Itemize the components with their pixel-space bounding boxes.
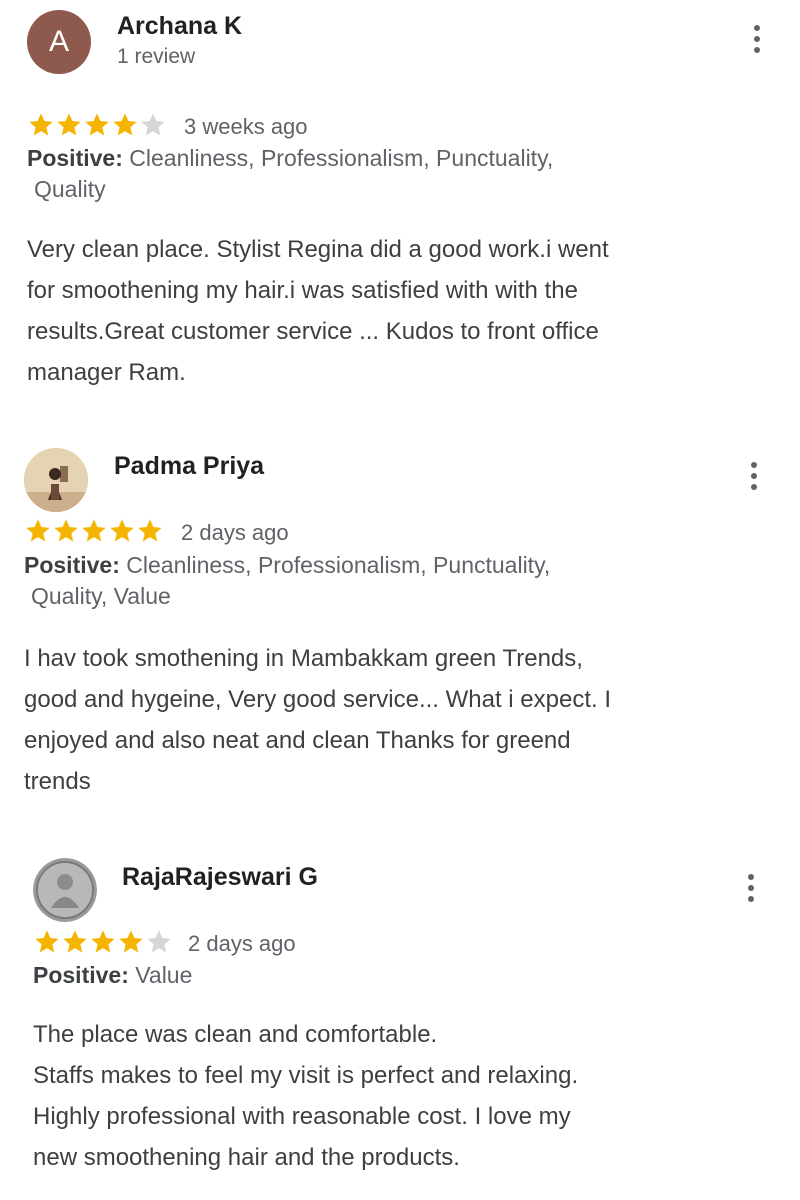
positive-attributes: Positive: Value [33,960,733,991]
star-filled-icon [54,519,78,542]
more-vertical-icon [751,462,757,468]
star-empty-icon [147,930,171,953]
review-text-line: trends [24,768,91,795]
reviewer-name[interactable]: Padma Priya [114,452,264,481]
more-options-button[interactable] [748,462,760,496]
star-empty-icon [141,113,165,136]
star-rating [33,928,173,956]
positive-values-cont: Quality, Value [31,583,171,609]
star-filled-icon [82,519,106,542]
review-text-line: The place was clean and comfortable. [33,1021,438,1048]
positive-attributes: Positive: Cleanliness, Professionalism, … [24,550,724,612]
review-date: 2 days ago [188,931,296,956]
star-filled-icon [91,930,115,953]
review-text: I hav took smothening in Mambakkam green… [24,638,611,802]
reviewer-name[interactable]: Archana K [117,12,242,41]
review-text: Very clean place. Stylist Regina did a g… [27,229,609,393]
avatar[interactable] [33,858,97,922]
review-date: 3 weeks ago [184,114,308,139]
positive-label: Positive: [27,145,123,171]
more-vertical-icon [754,25,760,31]
star-filled-icon [119,930,143,953]
positive-attributes: Positive: Cleanliness, Professionalism, … [27,143,727,205]
star-rating [24,517,164,545]
more-vertical-icon [748,874,754,880]
star-filled-icon [26,519,50,542]
positive-label: Positive: [33,962,129,988]
avatar-letter: A [48,25,69,58]
avatar[interactable]: A [27,10,91,74]
positive-values: Cleanliness, Professionalism, Punctualit… [126,552,551,578]
more-options-button[interactable] [745,874,757,908]
review-text-line: enjoyed and also neat and clean Thanks f… [24,727,571,754]
more-options-button[interactable] [751,25,763,59]
review-text-line: I hav took smothening in Mambakkam green… [24,645,583,672]
reviewer-name[interactable]: RajaRajeswari G [122,863,318,892]
star-filled-icon [85,113,109,136]
positive-values: Value [135,962,193,988]
reviewer-review-count: 1 review [117,45,196,68]
star-rating [27,111,167,139]
star-filled-icon [138,519,162,542]
review-text-line: results.Great customer service ... Kudos… [27,318,599,345]
star-filled-icon [57,113,81,136]
avatar[interactable] [24,448,88,512]
star-filled-icon [113,113,137,136]
positive-values: Cleanliness, Professionalism, Punctualit… [129,145,554,171]
review-text-line: manager Ram. [27,359,186,386]
review-text-line: new smoothening hair and the products. [33,1144,460,1171]
review-text-line: for smoothening my hair.i was satisfied … [27,277,578,304]
star-filled-icon [110,519,134,542]
star-filled-icon [63,930,87,953]
review-text-line: Highly professional with reasonable cost… [33,1103,571,1130]
review-text-line: Staffs makes to feel my visit is perfect… [33,1062,579,1089]
review-text: The place was clean and comfortable. Sta… [33,1014,578,1178]
review-date: 2 days ago [181,520,289,545]
profile-photo-icon [24,448,88,512]
review-text-line: Very clean place. Stylist Regina did a g… [27,236,609,263]
star-filled-icon [35,930,59,953]
positive-values-cont: Quality [34,176,106,202]
profile-photo-icon [33,858,97,922]
star-filled-icon [29,113,53,136]
positive-label: Positive: [24,552,120,578]
review-text-line: good and hygeine, Very good service... W… [24,686,612,713]
